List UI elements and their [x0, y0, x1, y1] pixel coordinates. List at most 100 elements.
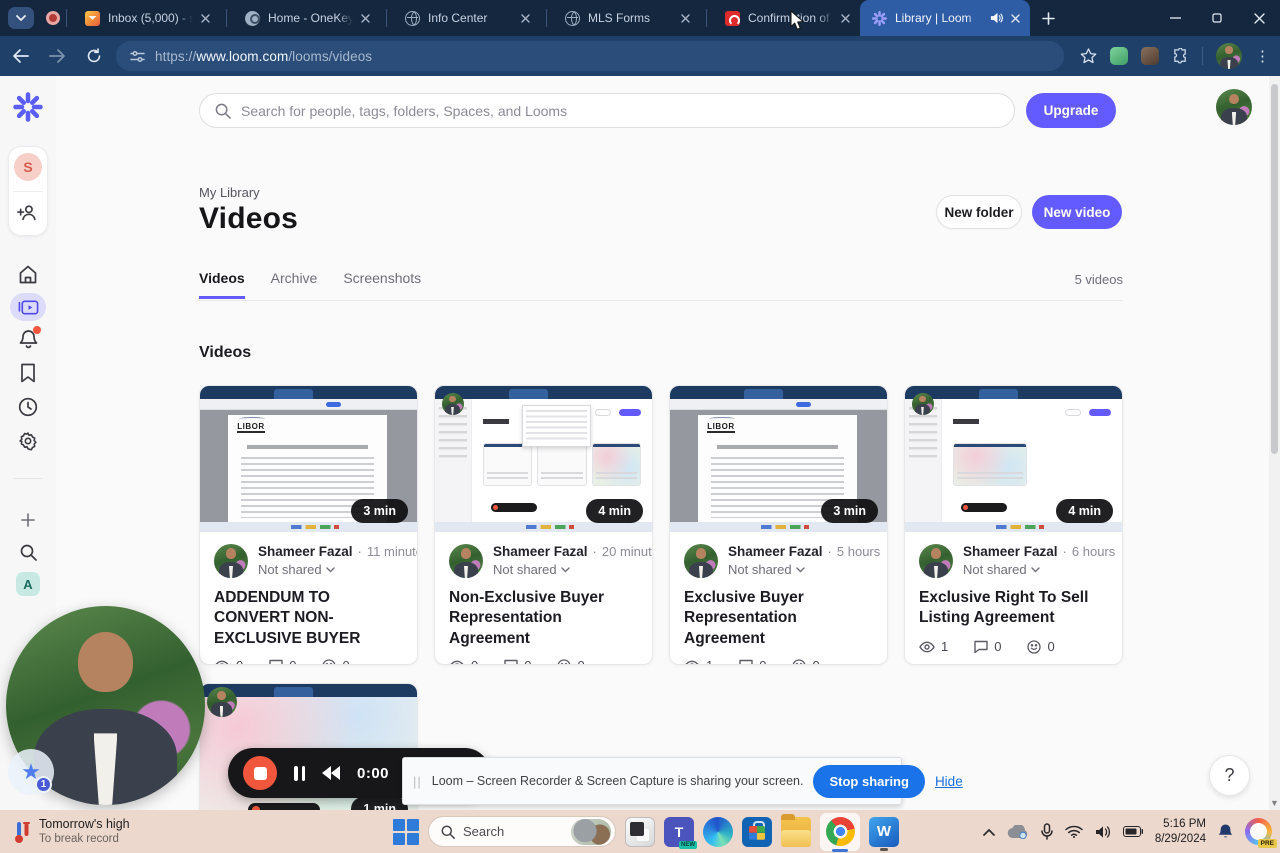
close-window-button[interactable] — [1238, 0, 1280, 36]
extension-icon[interactable] — [1141, 47, 1159, 65]
scrollbar-down-arrow[interactable]: ▼ — [1269, 798, 1280, 808]
close-icon[interactable] — [521, 13, 530, 23]
bookmark-star-icon[interactable] — [1080, 48, 1097, 64]
video-title[interactable]: Exclusive Right To Sell Listing Agreemen… — [919, 588, 1108, 630]
edge-icon[interactable] — [703, 816, 733, 847]
speaker-icon[interactable] — [1095, 825, 1111, 839]
forward-button[interactable] — [49, 49, 66, 63]
tab-inbox[interactable]: Inbox (5,000) - shamee — [73, 0, 220, 36]
close-icon[interactable] — [201, 13, 210, 23]
chrome-icon-active[interactable] — [820, 812, 860, 852]
reaction-star-badge[interactable]: ★ 1 — [8, 749, 54, 795]
tab-confirmation-pdf[interactable]: Confirmation of Seller — [713, 0, 860, 36]
task-view-button[interactable] — [625, 816, 655, 847]
drag-handle-icon[interactable]: || — [413, 774, 422, 789]
workspace-avatar[interactable]: S — [14, 153, 42, 181]
new-video-button[interactable]: New video — [1032, 195, 1122, 229]
close-icon[interactable] — [1011, 13, 1020, 23]
stop-recording-button[interactable] — [243, 756, 277, 790]
back-button[interactable] — [12, 49, 29, 63]
wifi-icon[interactable] — [1065, 825, 1083, 838]
share-status-dropdown[interactable]: Not shared — [258, 562, 417, 577]
teams-icon[interactable]: T NEW — [664, 816, 697, 849]
extensions-puzzle-icon[interactable] — [1172, 47, 1189, 65]
tab-info-center[interactable]: Info Center — [393, 0, 540, 36]
window-controls — [1154, 0, 1280, 36]
tray-chevron-icon[interactable] — [982, 828, 995, 836]
share-status-dropdown[interactable]: Not shared — [963, 562, 1115, 577]
restart-recording-icon[interactable] — [322, 766, 340, 780]
upgrade-button[interactable]: Upgrade — [1026, 93, 1116, 128]
scrollbar-thumb[interactable] — [1271, 84, 1278, 454]
sidebar-item-bookmarks[interactable] — [10, 359, 46, 387]
share-status-dropdown[interactable]: Not shared — [728, 562, 880, 577]
video-thumbnail[interactable]: LIBOR 3 min — [200, 386, 417, 532]
webcam-bubble[interactable]: ★ 1 — [6, 606, 205, 805]
share-status-dropdown[interactable]: Not shared — [493, 562, 652, 577]
sidebar-item-library[interactable] — [10, 293, 46, 321]
video-card[interactable]: LIBOR 3 min Shameer Fazal · 11 minutes Not… — [199, 385, 418, 665]
tab-loom-library[interactable]: Library | Loom — [860, 0, 1030, 36]
copilot-icon[interactable]: PRE — [1245, 818, 1277, 848]
hide-share-bar-link[interactable]: Hide — [935, 774, 963, 789]
word-icon[interactable]: W — [869, 816, 899, 851]
sidebar-item-history[interactable] — [10, 393, 46, 421]
tab-videos[interactable]: Videos — [199, 270, 245, 299]
sidebar-app-badge[interactable]: A — [16, 572, 40, 596]
loom-logo-icon[interactable] — [13, 92, 43, 122]
sidebar-add-button[interactable] — [10, 506, 46, 534]
tab-mls-forms[interactable]: MLS Forms — [553, 0, 700, 36]
close-icon[interactable] — [361, 13, 370, 23]
tab-search-button[interactable] — [8, 7, 34, 29]
invite-people-icon[interactable] — [17, 203, 39, 223]
address-bar[interactable]: https://www.loom.com/looms/videos — [116, 41, 1064, 71]
video-card[interactable]: LIBOR 3 min Shameer Fazal · 5 hours Not sh… — [669, 385, 888, 665]
reload-button[interactable] — [86, 48, 102, 64]
share-message: Loom – Screen Recorder & Screen Capture … — [431, 774, 804, 788]
extension-icon[interactable] — [1110, 47, 1128, 65]
microsoft-store-icon[interactable] — [742, 816, 772, 847]
video-thumbnail[interactable]: LIBOR 3 min — [670, 386, 887, 532]
browser-menu-icon[interactable]: ⋮ — [1255, 47, 1270, 65]
page-scrollbar[interactable]: ▼ — [1269, 76, 1280, 810]
close-icon[interactable] — [841, 13, 850, 23]
minimize-button[interactable] — [1154, 0, 1196, 36]
loom-search[interactable] — [199, 93, 1015, 128]
tab-screenshots[interactable]: Screenshots — [343, 270, 421, 299]
sidebar-item-notifications[interactable] — [10, 325, 46, 353]
video-thumbnail[interactable]: 4 min — [905, 386, 1122, 532]
video-thumbnail[interactable]: 4 min — [435, 386, 652, 532]
file-explorer-icon[interactable] — [781, 813, 811, 847]
search-input[interactable] — [241, 102, 999, 119]
close-icon[interactable] — [681, 13, 690, 23]
account-avatar[interactable] — [1216, 89, 1252, 125]
audio-speaker-icon[interactable] — [990, 12, 1003, 24]
microphone-icon[interactable] — [1041, 823, 1053, 840]
battery-icon[interactable] — [1122, 826, 1143, 837]
sidebar-item-home[interactable] — [10, 260, 46, 288]
tab-onekey-home[interactable]: Home - OneKey MLS — [233, 0, 380, 36]
notification-bell-icon[interactable] — [1218, 823, 1233, 840]
sidebar-search-icon[interactable] — [10, 538, 46, 566]
new-tab-button[interactable] — [1042, 11, 1055, 25]
video-card[interactable]: 4 min Shameer Fazal · 6 hours Not shared E… — [904, 385, 1123, 665]
site-settings-icon[interactable] — [130, 50, 145, 63]
pause-recording-button[interactable] — [294, 765, 305, 781]
tab-archive[interactable]: Archive — [271, 270, 318, 299]
help-button[interactable]: ? — [1209, 755, 1250, 796]
profile-avatar[interactable] — [1216, 43, 1242, 69]
sidebar-item-settings[interactable] — [10, 427, 46, 455]
video-title[interactable]: ADDENDUM TO CONVERT NON-EXCLUSIVE BUYER — [214, 588, 403, 649]
start-button[interactable] — [393, 818, 419, 845]
stop-sharing-button[interactable]: Stop sharing — [813, 764, 925, 798]
maximize-button[interactable] — [1196, 0, 1238, 36]
clock-widget[interactable]: 5:16 PM 8/29/2024 — [1155, 817, 1206, 847]
video-title[interactable]: Non-Exclusive Buyer Representation Agree… — [449, 588, 638, 649]
onedrive-icon[interactable] — [1007, 824, 1029, 839]
dot-separator: · — [592, 544, 597, 559]
video-title[interactable]: Exclusive Buyer Representation Agreement — [684, 588, 873, 649]
video-card[interactable]: 4 min Shameer Fazal · 20 minutes Not share… — [434, 385, 653, 665]
weather-widget[interactable]: Tomorrow's high To break record — [14, 817, 214, 847]
taskbar-search[interactable]: Search — [428, 816, 616, 847]
new-folder-button[interactable]: New folder — [936, 195, 1022, 229]
